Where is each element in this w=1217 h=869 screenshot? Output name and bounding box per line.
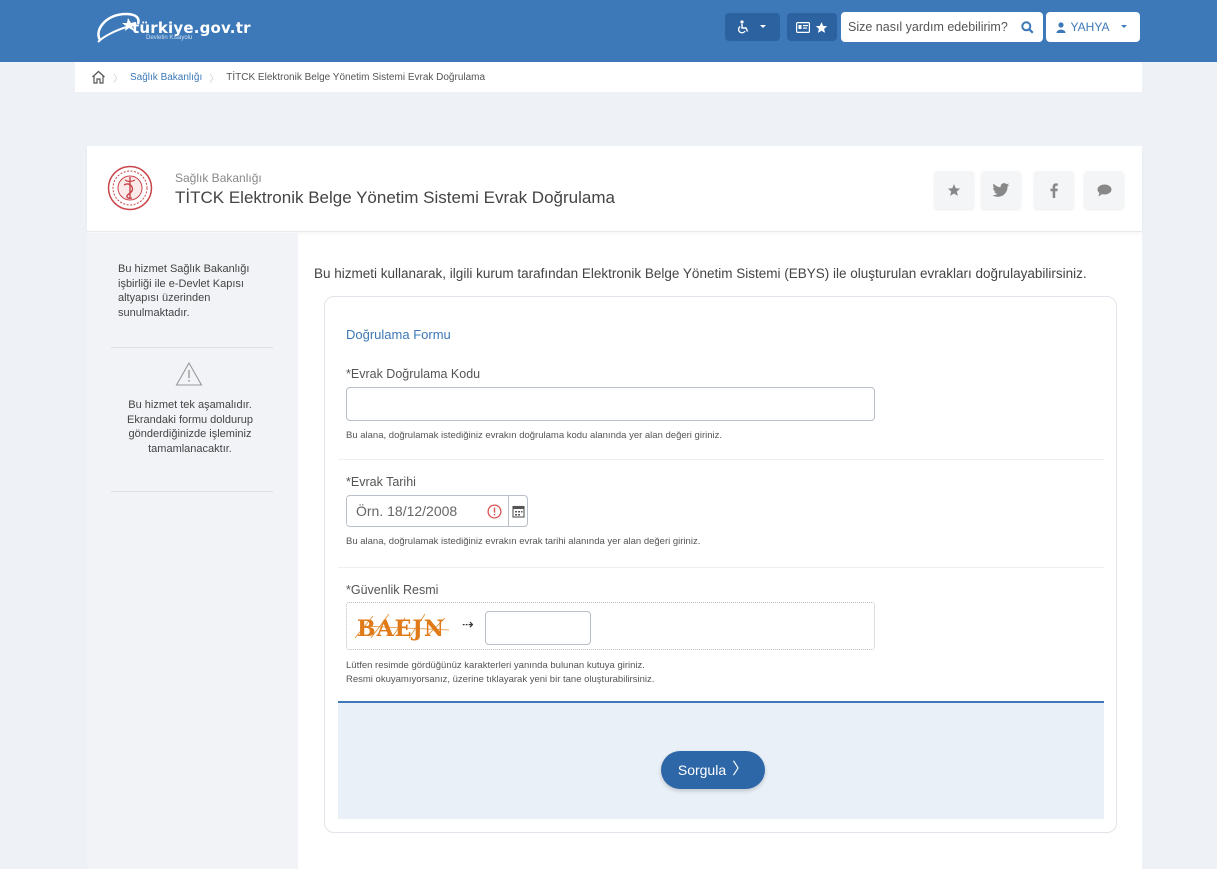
document-code-label: *Evrak Doğrulama Kodu <box>346 367 481 381</box>
breadcrumb-separator: 〉 <box>209 73 220 85</box>
top-navbar: türkiye.gov.tr Devletin Kısayolu Size na… <box>0 0 1217 62</box>
institution-name: Sağlık Bakanlığı <box>175 171 262 185</box>
field-divider <box>338 459 1104 460</box>
arrow-right-icon: ⇢ <box>462 616 474 632</box>
single-step-notice: Bu hizmet tek aşamalıdır. Ekrandaki form… <box>127 399 253 455</box>
submit-label: Sorgula <box>677 762 727 778</box>
captcha-box: BAEJN ⇢ <box>346 602 875 650</box>
caret-down-icon <box>1121 25 1128 28</box>
field-divider <box>338 567 1104 568</box>
service-card: Sağlık Bakanlığı TİTCK Elektronik Belge … <box>87 146 1142 869</box>
info-sidebar: Bu hizmet Sağlık Bakanlığı işbirliği ile… <box>87 233 298 869</box>
breadcrumb-separator: 〉 <box>113 73 123 85</box>
breadcrumb-institution-link[interactable]: Sağlık Bakanlığı <box>130 72 202 83</box>
id-card-icon <box>796 21 810 33</box>
user-icon <box>1056 21 1066 33</box>
home-icon[interactable] <box>91 70 106 84</box>
facebook-icon <box>1050 182 1058 198</box>
search-button[interactable] <box>1013 13 1041 41</box>
logo-subtext: Devletin Kısayolu <box>146 35 193 41</box>
chevron-right-icon: 〉 <box>732 761 749 778</box>
service-description: Bu hizmeti kullanarak, ilgili kurum tara… <box>314 266 1087 281</box>
share-twitter-button[interactable] <box>981 171 1021 209</box>
ministry-seal-icon <box>107 165 153 211</box>
breadcrumb-current: TİTCK Elektronik Belge Yönetim Sistemi E… <box>226 71 486 83</box>
service-header: Sağlık Bakanlığı TİTCK Elektronik Belge … <box>87 146 1142 232</box>
document-code-help: Bu alana, doğrulamak istediğiniz evrakın… <box>346 430 723 441</box>
star-icon <box>815 21 828 33</box>
user-menu-button[interactable]: YAHYA <box>1046 12 1140 42</box>
divider <box>111 491 273 492</box>
captcha-label: *Güvenlik Resmi <box>346 583 439 597</box>
error-icon <box>487 503 502 519</box>
add-favorite-button[interactable] <box>934 171 974 209</box>
twitter-icon <box>992 182 1010 197</box>
share-facebook-button[interactable] <box>1034 171 1074 209</box>
service-title: TİTCK Elektronik Belge Yönetim Sistemi E… <box>175 188 615 207</box>
calendar-icon <box>511 505 525 518</box>
document-date-help: Bu alana, doğrulamak istediğiniz evrakın… <box>346 536 701 547</box>
captcha-image[interactable]: BAEJN <box>353 608 453 644</box>
form-actions: Sorgula 〉 <box>338 701 1104 819</box>
site-logo[interactable]: türkiye.gov.tr Devletin Kısayolu <box>92 8 251 48</box>
datepicker-button[interactable] <box>508 496 527 526</box>
document-date-label: *Evrak Tarihi <box>346 475 416 489</box>
divider <box>111 347 273 348</box>
document-date-input[interactable] <box>347 497 487 525</box>
comment-icon <box>1097 184 1111 196</box>
favorites-button[interactable] <box>787 13 837 41</box>
accessibility-menu-button[interactable] <box>725 13 780 41</box>
star-icon <box>947 184 961 196</box>
search-input[interactable] <box>841 13 1013 41</box>
captcha-input[interactable] <box>485 611 591 645</box>
verification-form: Doğrulama Formu *Evrak Doğrulama Kodu Bu… <box>324 296 1117 833</box>
wheelchair-icon <box>737 20 748 34</box>
document-code-input[interactable] <box>346 387 875 421</box>
date-error-indicator <box>487 501 502 521</box>
search-box <box>841 12 1043 42</box>
form-title: Doğrulama Formu <box>346 327 451 342</box>
captcha-characters: BAEJN <box>357 616 445 642</box>
breadcrumb: 〉 Sağlık Bakanlığı 〉 TİTCK Elektronik Be… <box>75 62 1142 92</box>
captcha-refresh-help: Resmi okuyamıyorsanız, üzerine tıklayara… <box>346 674 655 685</box>
user-name: YAHYA <box>1070 20 1110 34</box>
captcha-help: Lütfen resimde gördüğünüz karakterleri y… <box>346 660 645 671</box>
submit-button[interactable]: Sorgula 〉 <box>661 751 765 789</box>
search-icon <box>1020 20 1034 34</box>
document-date-field <box>346 495 528 527</box>
warning-icon <box>175 361 203 386</box>
service-provider-info: Bu hizmet Sağlık Bakanlığı işbirliği ile… <box>118 263 250 319</box>
feedback-button[interactable] <box>1084 171 1124 209</box>
caret-down-icon <box>759 25 766 28</box>
